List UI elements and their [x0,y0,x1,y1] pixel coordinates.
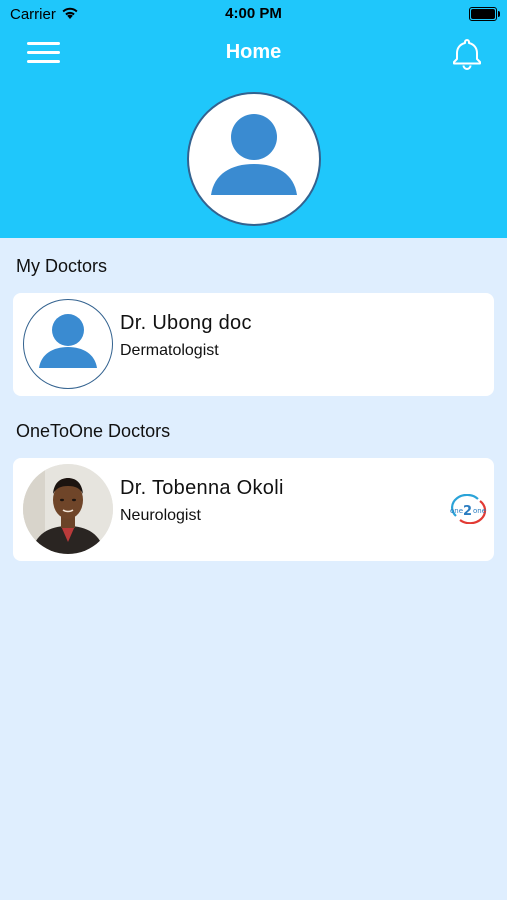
doctor-photo-image [23,464,113,554]
status-bar: Carrier 4:00 PM [0,0,507,28]
doctor-specialty: Neurologist [120,507,201,524]
user-placeholder-icon [211,114,297,195]
one2one-logo-icon: one 2 one [450,494,487,524]
my-doctors-heading: My Doctors [16,256,108,276]
onetoone-doctors-heading: OneToOne Doctors [16,421,171,441]
svg-text:one: one [473,507,486,515]
doctor-specialty: Dermatologist [120,342,219,359]
svg-text:2: 2 [463,504,472,519]
doctor-name: Dr. Ubong doc [120,312,252,334]
svg-text:one: one [450,507,463,515]
doctor-photo [23,464,113,554]
app-header: Carrier 4:00 PM Home [0,0,507,238]
profile-avatar[interactable] [187,92,321,226]
doctor-card[interactable]: Dr. Ubong doc Dermatologist [13,293,494,396]
avatar [23,299,113,389]
doctor-card[interactable]: Dr. Tobenna Okoli Neurologist one 2 one [13,458,494,561]
bell-icon[interactable] [450,36,484,70]
user-placeholder-icon [39,314,97,368]
doctor-name: Dr. Tobenna Okoli [120,477,284,499]
page-title: Home [225,41,282,63]
clock: 4:00 PM [225,5,282,22]
battery-icon [469,7,500,21]
